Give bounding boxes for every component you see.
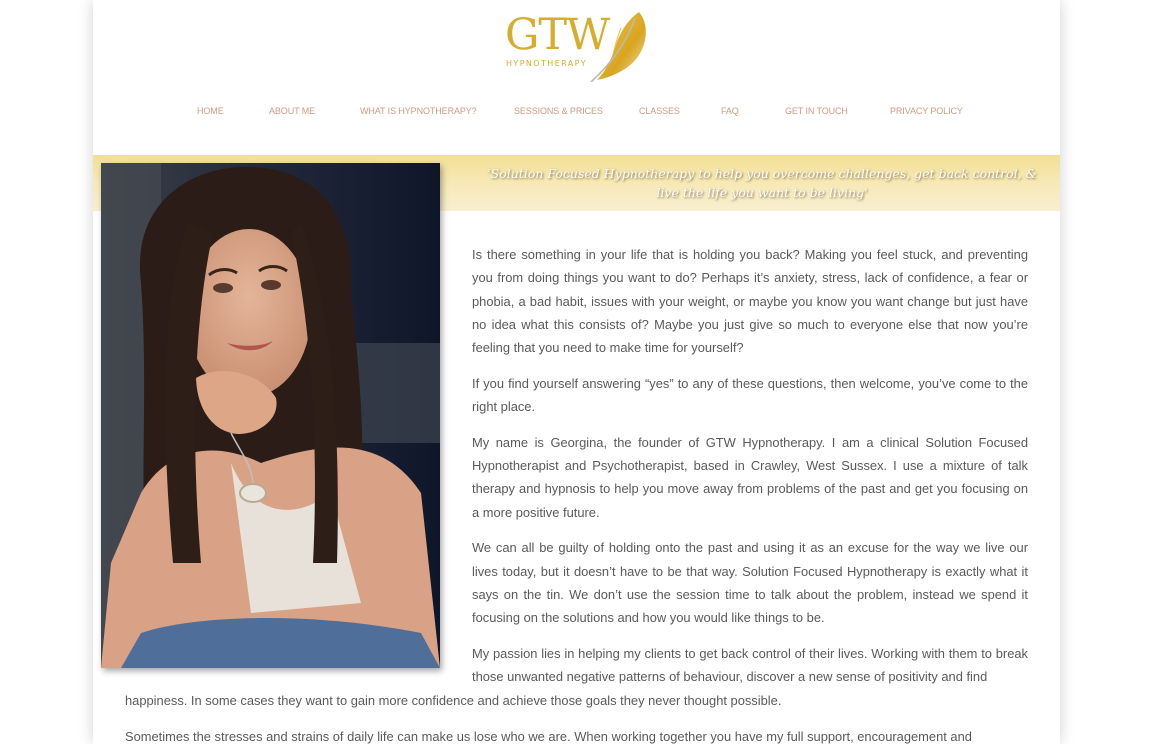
intro-text-continued: Sometimes the stresses and strains of da… — [125, 725, 1028, 744]
intro-paragraph: We can all be guilty of holding onto the… — [472, 540, 1028, 626]
intro-text-continued: happiness. In some cases they want to ga… — [125, 689, 1028, 712]
page-container: GTW HYPNOTHERAPY HOME ABOUT ME WHAT IS H… — [93, 0, 1060, 744]
intro-paragraph: My name is Georgina, the founder of GTW … — [472, 434, 1028, 520]
logo-subtitle: HYPNOTHERAPY — [506, 59, 588, 68]
feather-icon — [590, 12, 646, 82]
intro-paragraph: Sometimes the stresses and strains of da… — [125, 729, 972, 744]
intro-paragraph: If you find yourself answering “yes” to … — [472, 375, 1028, 415]
nav-item-what-is-hypnotherapy[interactable]: WHAT IS HYPNOTHERAPY? — [360, 106, 477, 116]
nav-item-classes[interactable]: CLASSES — [639, 106, 680, 116]
nav-item-home[interactable]: HOME — [197, 106, 224, 116]
nav-item-sessions-prices[interactable]: SESSIONS & PRICES — [514, 106, 603, 116]
intro-text: Is there something in your life that is … — [472, 243, 1028, 689]
intro-paragraph: happiness. In some cases they want to ga… — [125, 693, 782, 708]
main-navigation: HOME ABOUT ME WHAT IS HYPNOTHERAPY? SESS… — [93, 106, 1060, 122]
intro-paragraph: Is there something in your life that is … — [472, 247, 1028, 356]
profile-photo — [101, 163, 440, 668]
tagline-text: 'Solution Focused Hypnotherapy to help y… — [487, 166, 1037, 200]
nav-item-about-me[interactable]: ABOUT ME — [269, 106, 315, 116]
portrait-image — [101, 163, 440, 668]
site-logo[interactable]: GTW HYPNOTHERAPY — [505, 8, 655, 82]
nav-item-faq[interactable]: FAQ — [721, 106, 739, 116]
nav-item-privacy-policy[interactable]: PRIVACY POLICY — [890, 106, 963, 116]
intro-paragraph: My passion lies in helping my clients to… — [472, 646, 1028, 685]
nav-item-get-in-touch[interactable]: GET IN TOUCH — [785, 106, 848, 116]
